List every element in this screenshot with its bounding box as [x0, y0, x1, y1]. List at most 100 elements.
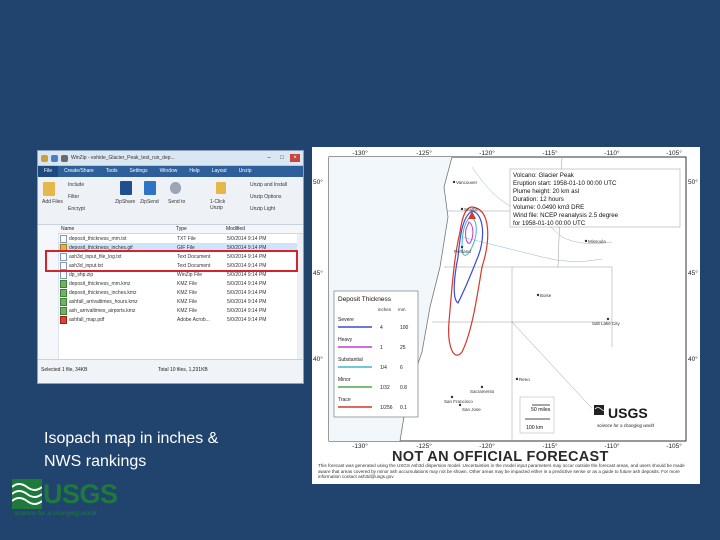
legend-mm: 0.8 [400, 385, 407, 391]
kmz-file-icon [60, 280, 67, 289]
window-title: WinZip - eshide_Glacier_Peak_test_run_de… [71, 155, 175, 161]
txt-file-icon [60, 270, 67, 279]
txt-file-icon [60, 234, 67, 243]
tab-window[interactable]: Window [154, 166, 184, 177]
city-label: Reno [519, 377, 530, 382]
lon-tick-label: -105° [666, 442, 682, 450]
scale-km: 100 km [526, 425, 543, 431]
status-selected: Selected 1 file, 34KB [41, 367, 88, 373]
unzip-and-install-button[interactable]: Unzip and Install [250, 182, 287, 188]
tab-settings[interactable]: Settings [124, 166, 154, 177]
lat-tick-label: 40° [688, 355, 698, 363]
legend-inches: 1/4 [380, 365, 387, 371]
one-click-unzip-button[interactable]: 1-Click Unzip [210, 199, 234, 211]
add-files-icon[interactable] [43, 182, 55, 196]
lat-tick-label: 40° [313, 355, 323, 363]
ribbon-tabs: File Create/Share Tools Settings Window … [38, 166, 303, 177]
city-label: Boise [540, 293, 552, 298]
usgs-waves-icon [12, 479, 42, 509]
pdf-file-icon [60, 316, 67, 325]
city-label: Salt Lake City [592, 321, 621, 326]
usgs-map-name: USGS [608, 405, 648, 421]
legend-label: Trace [338, 397, 351, 403]
column-name[interactable]: Name [58, 225, 176, 233]
file-type: TXT File [177, 235, 196, 242]
city-label: Portland [454, 249, 471, 254]
lon-tick-label: -110° [604, 149, 620, 157]
encrypt-button[interactable]: Encrypt [68, 206, 85, 212]
file-row[interactable]: deposit_thickness_inches.kmz KMZ File 5/0/… [58, 289, 297, 298]
send-to-icon[interactable] [170, 182, 181, 194]
unzip-options-button[interactable]: Unzip Options [250, 194, 281, 200]
info-line: Duration: 12 hours [513, 196, 564, 203]
lat-tick-label: 45° [688, 269, 698, 277]
highlight-box [45, 250, 298, 272]
zipsend-icon[interactable] [144, 181, 156, 195]
undo-icon[interactable] [61, 154, 68, 162]
unzip-light-button[interactable]: Unzip Light [250, 206, 275, 212]
file-modified: 5/0/2014 9:14 PM [227, 281, 267, 288]
legend-inches: 1/256 [380, 405, 393, 411]
file-row[interactable]: ashfall_arrivaltimes_hours.kmz KMZ File 5/… [58, 298, 297, 307]
legend-inches: 4 [380, 325, 383, 331]
file-modified: 5/0/2014 9:14 PM [227, 235, 267, 242]
unzip-icon[interactable] [216, 182, 226, 194]
folder-pane[interactable] [38, 225, 59, 360]
slide: WinZip - eshide_Glacier_Peak_test_run_de… [0, 0, 720, 540]
usgs-logo-tagline: science for a changing world [14, 510, 97, 517]
forecast-note: This forecast was generated using the US… [318, 463, 685, 480]
legend-label: Minor [338, 377, 351, 383]
file-row[interactable]: deposit_thickness_mm.kmz KMZ File 5/0/2014… [58, 279, 297, 289]
zipshare-button[interactable]: ZipShare [115, 199, 135, 205]
tab-file[interactable]: File [38, 166, 59, 177]
file-name: deposit_thickness_mm.kmz [69, 281, 131, 288]
include-button[interactable]: Include [68, 182, 84, 188]
legend-inches: 1 [380, 345, 383, 351]
city-label: Missoula [588, 239, 606, 244]
winzip-title-bar: WinZip - eshide_Glacier_Peak_test_run_de… [38, 151, 303, 166]
file-modified: 5/0/2014 9:14 PM [227, 308, 267, 315]
lat-labels-right: 50° 45° 40° [688, 178, 698, 363]
file-row[interactable]: ashfall_map.pdf Adobe Acrob... 5/0/2014 9:… [58, 316, 297, 325]
legend-header-mm: mm [398, 307, 406, 312]
kmz-file-icon [60, 307, 67, 316]
file-type: KMZ File [177, 299, 197, 306]
folder-icon[interactable] [41, 154, 48, 162]
zipsend-button[interactable]: ZipSend [140, 199, 159, 205]
column-modified[interactable]: Modified [226, 225, 286, 233]
tab-create-share[interactable]: Create/Share [58, 166, 100, 177]
file-modified: 5/0/2014 9:14 PM [227, 317, 267, 324]
file-list-header: Name Type Modified [58, 225, 303, 234]
save-icon[interactable] [51, 154, 58, 162]
legend-title: Deposit Thickness [338, 296, 392, 303]
zipshare-icon[interactable] [120, 181, 132, 195]
ribbon: Add Files Include Filter Encrypt ZipShar… [38, 177, 303, 225]
tab-tools[interactable]: Tools [100, 166, 124, 177]
file-row[interactable]: deposit_thickness_mm.txt TXT File 5/0/2014… [58, 234, 297, 243]
send-to-button[interactable]: Send to [168, 199, 185, 205]
column-type[interactable]: Type [176, 225, 226, 233]
minimize-icon[interactable]: – [264, 154, 274, 162]
city-label: San Francisco [444, 399, 473, 404]
usgs-logo: USGS science for a changing world [12, 479, 124, 523]
legend-label: Severe [338, 317, 354, 323]
add-files-button[interactable]: Add Files [42, 199, 63, 205]
status-total: Total 10 files, 1,231KB [158, 367, 208, 373]
tab-unzip[interactable]: Unzip [233, 166, 258, 177]
tab-help[interactable]: Help [183, 166, 205, 177]
filter-button[interactable]: Filter [68, 194, 79, 200]
slide-caption: Isopach map in inches & NWS rankings [44, 430, 219, 470]
city-label: Seattle [464, 207, 479, 212]
scale-bar: 50 miles 100 km [519, 396, 555, 434]
file-row[interactable]: ash_arrivaltimes_airports.kmz KMZ File 5/0… [58, 307, 297, 316]
file-name: deposit_thickness_inches.kmz [69, 290, 137, 297]
lat-labels-left: 50° 45° 40° [313, 178, 323, 363]
close-icon[interactable]: × [290, 154, 300, 162]
maximize-icon[interactable]: □ [277, 154, 287, 162]
info-line: for 1958-01-10 00:00 UTC [513, 220, 586, 227]
tab-layout[interactable]: Layout [206, 166, 233, 177]
city-label: Vancouver [456, 180, 478, 185]
lon-tick-label: -130° [352, 149, 368, 157]
file-type: WinZip File [177, 271, 203, 278]
file-name: deposit_thickness_mm.txt [69, 235, 127, 242]
